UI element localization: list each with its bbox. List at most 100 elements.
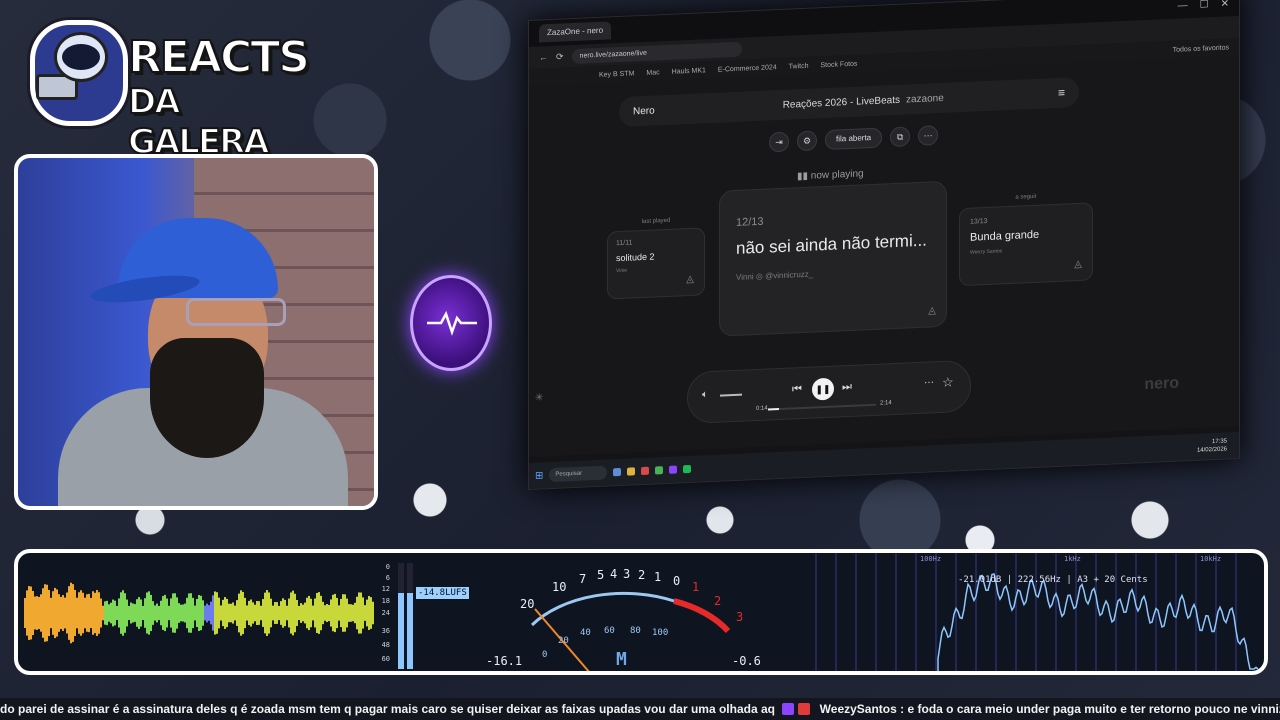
waveform-bar xyxy=(262,599,264,627)
all-bookmarks-link[interactable]: Todos os favoritos xyxy=(1173,43,1239,53)
back-icon[interactable]: ← xyxy=(539,52,548,62)
volume-slider[interactable] xyxy=(720,393,742,397)
previous-track-icon[interactable]: ⏮︎ xyxy=(792,383,802,396)
hamburger-menu-icon[interactable]: ≡ xyxy=(1058,86,1065,100)
current-track-card[interactable]: 12/13 não sei ainda não termi... Vinni ◎… xyxy=(719,180,947,337)
vu-tick-bottom: 40 xyxy=(580,628,591,638)
spectrum-curve xyxy=(937,573,1259,671)
settings-gear-icon[interactable]: ⚙ xyxy=(797,130,817,152)
lufs-readout: -14.8LUFS xyxy=(416,587,469,599)
waveform-bar xyxy=(44,584,46,642)
reload-icon[interactable]: ⟳ xyxy=(556,51,564,62)
taskbar-app-icon[interactable] xyxy=(669,465,678,474)
taskbar-clock: 17:35 14/02/2026 xyxy=(1197,437,1233,455)
waveform-bar xyxy=(160,600,162,626)
app-brand[interactable]: Nero xyxy=(633,105,655,117)
logo-line1: REACTS xyxy=(127,31,311,84)
bookmark-item[interactable]: Twitch xyxy=(789,62,809,70)
waveform-bar xyxy=(60,596,62,630)
volume-icon[interactable]: 🔈︎ xyxy=(702,389,708,400)
track-number: 12/13 xyxy=(736,215,764,229)
taskbar-search[interactable]: Pesquisar xyxy=(549,465,608,483)
minimize-icon[interactable]: — xyxy=(1178,0,1188,11)
waveform-bar xyxy=(162,596,164,630)
waveform-bar xyxy=(292,590,294,636)
share-icon[interactable]: ⧉ xyxy=(890,126,911,148)
lufs-meter-left xyxy=(398,563,404,669)
pitch-readout: -21.01dB | 222.56Hz | A3 + 20 Cents xyxy=(958,575,1148,585)
person-glasses xyxy=(186,298,286,326)
bookmark-item[interactable]: Stock Fotos xyxy=(820,60,857,69)
waveform-bar xyxy=(166,598,168,628)
next-track-card[interactable]: a seguir 13/13 Bunda grande Weezy Santos… xyxy=(959,194,1093,287)
favorite-star-icon[interactable]: ☆ xyxy=(942,374,954,391)
login-icon[interactable]: ⇥ xyxy=(769,131,789,153)
waveform-bar xyxy=(272,605,274,621)
vu-tick: 2 xyxy=(714,594,721,608)
nero-watermark: nero xyxy=(1144,374,1179,394)
waveform-bar xyxy=(216,592,218,634)
waveform-bar xyxy=(314,598,316,628)
spotify-icon[interactable] xyxy=(683,464,692,474)
bookmark-item[interactable]: Mac xyxy=(646,69,659,77)
waveform-bar xyxy=(142,605,144,621)
waveform-bar xyxy=(154,605,156,621)
queue-open-button[interactable]: fila aberta xyxy=(825,127,883,151)
waveform-bar xyxy=(196,599,198,627)
track-artist: Weezy Santos xyxy=(970,248,1003,256)
waveform-bar xyxy=(346,598,348,628)
waveform-bar xyxy=(302,604,304,622)
waveform-bar xyxy=(178,603,180,623)
close-icon[interactable]: ✕ xyxy=(1221,0,1229,9)
waveform-bar xyxy=(246,605,248,621)
previous-track-card[interactable]: last played 11/11 solitude 2 Vinie ◬ xyxy=(607,218,705,300)
waveform-bar xyxy=(24,598,26,628)
bookmark-item[interactable]: Hauls MK1 xyxy=(672,67,706,75)
windows-start-icon[interactable]: ⊞ xyxy=(535,470,543,481)
waveform-bar xyxy=(156,603,158,623)
browser-tab[interactable]: ZazaOne - nero xyxy=(539,21,612,43)
track-number: 11/11 xyxy=(616,239,633,248)
waveform-bar xyxy=(46,584,48,642)
waveform-bar xyxy=(238,593,240,633)
last-played-label: last played xyxy=(641,217,671,226)
waveform-bar xyxy=(64,597,66,629)
waveform-bar xyxy=(114,600,116,626)
waveform-bar xyxy=(202,600,204,626)
file-explorer-icon[interactable] xyxy=(627,467,636,476)
waveform-bar xyxy=(82,592,84,634)
artist-handle[interactable]: @vinnicruzz_ xyxy=(765,270,813,281)
progress-bar[interactable] xyxy=(768,403,876,411)
waveform-bar xyxy=(322,601,324,625)
waveform-bar xyxy=(226,598,228,628)
lufs-level-fill xyxy=(398,592,404,669)
bookmark-item[interactable]: E-Commerce 2024 xyxy=(718,64,777,74)
chrome-icon[interactable] xyxy=(655,466,664,475)
waveform-bar xyxy=(78,592,80,634)
flame-icon: ◬ xyxy=(928,305,936,317)
waveform-bar xyxy=(66,592,68,634)
taskbar-app-icon[interactable] xyxy=(613,467,622,477)
waveform-bar xyxy=(254,604,256,622)
waveform-bar xyxy=(136,599,138,627)
waveform-bar xyxy=(278,605,280,621)
waveform-bar xyxy=(138,597,140,629)
bookmark-item[interactable]: Key B STM xyxy=(599,70,634,79)
waveform-bar xyxy=(284,599,286,627)
theme-toggle-icon[interactable]: ✳ xyxy=(535,392,543,403)
vu-left-value: -16.1 xyxy=(486,654,522,668)
taskbar-app-icon[interactable] xyxy=(641,466,650,476)
next-track-icon[interactable]: ⏭︎ xyxy=(842,381,852,394)
more-icon[interactable]: ⋯ xyxy=(924,377,934,388)
waveform-bar xyxy=(352,604,354,622)
maximize-icon[interactable]: ☐ xyxy=(1200,0,1209,10)
waveform-bar xyxy=(108,604,110,622)
instagram-icon: ◎ xyxy=(755,271,763,282)
waveform-bar xyxy=(188,593,190,633)
waveform-bar xyxy=(86,594,88,632)
track-artist: Vinie xyxy=(616,267,628,275)
more-options-icon[interactable]: ⋯ xyxy=(918,125,939,146)
pause-button[interactable]: ❚❚ xyxy=(812,377,834,401)
hz-label: 1kHz xyxy=(1064,555,1081,563)
vu-tick: 2 xyxy=(638,568,645,582)
